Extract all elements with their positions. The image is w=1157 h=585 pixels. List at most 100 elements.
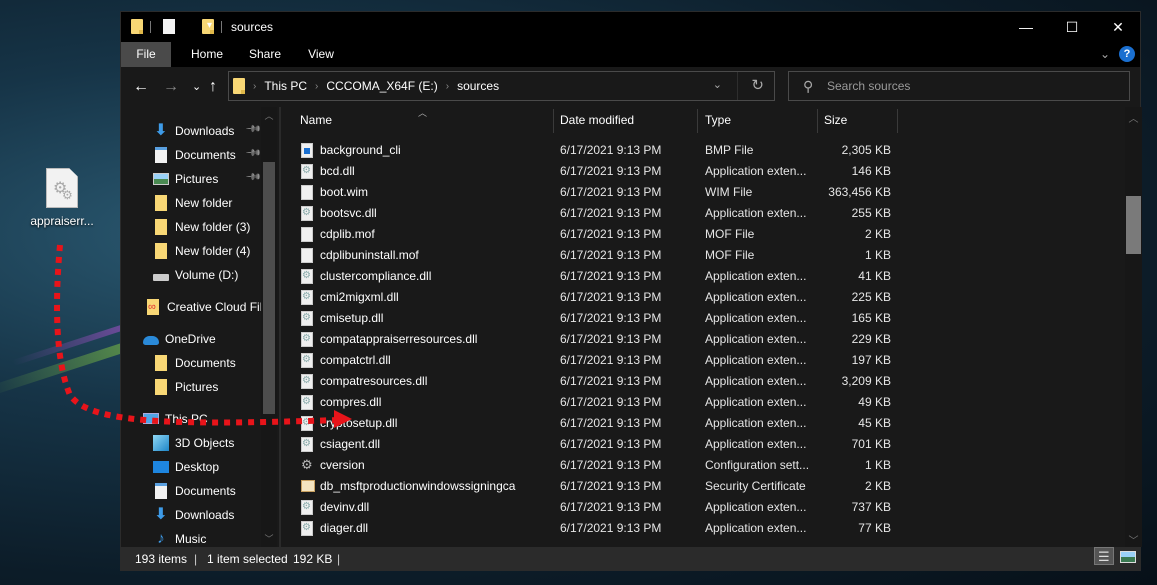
pictures-icon <box>153 173 169 185</box>
file-row[interactable]: boot.wim 6/17/2021 9:13 PM WIM File 363,456… <box>281 182 1061 203</box>
column-header-date-modified[interactable]: Date modified <box>560 107 634 133</box>
breadcrumb-sources[interactable]: sources <box>457 79 499 93</box>
up-button[interactable]: ↑ <box>209 77 217 97</box>
customize-quick-access-icon[interactable]: ▾ <box>207 20 212 36</box>
sidebar-item-this-pc[interactable]: This PC <box>143 408 208 430</box>
window-title: sources <box>231 20 274 34</box>
column-divider[interactable] <box>897 109 898 133</box>
file-list-scroll-thumb[interactable] <box>1126 196 1141 254</box>
file-date-modified: 6/17/2021 9:13 PM <box>560 458 662 472</box>
file-row[interactable]: background_cli 6/17/2021 9:13 PM BMP File 2… <box>281 142 1061 161</box>
file-row[interactable]: devinv.dll 6/17/2021 9:13 PM Application e… <box>281 496 1061 518</box>
sidebar-item-label: New folder (4) <box>175 244 251 258</box>
address-dropdown-icon[interactable]: ⌄ <box>713 78 722 91</box>
file-row[interactable]: cmi2migxml.dll 6/17/2021 9:13 PM Applicati… <box>281 286 1061 308</box>
details-view-button[interactable] <box>1094 545 1114 569</box>
large-icons-view-button[interactable] <box>1118 547 1138 565</box>
scroll-down-icon[interactable]: ﹀ <box>1125 532 1142 547</box>
breadcrumb-drive[interactable]: CCCOMA_X64F (E:) <box>326 79 437 93</box>
file-row[interactable]: compatctrl.dll 6/17/2021 9:13 PM Applicati… <box>281 349 1061 371</box>
sidebar-item-documents[interactable]: Documents <box>153 144 236 166</box>
file-list-scrollbar[interactable] <box>1125 107 1142 547</box>
column-header-size[interactable]: Size <box>824 107 847 133</box>
search-icon: ⚲ <box>803 78 814 94</box>
help-icon[interactable]: ? <box>1119 46 1135 62</box>
file-row[interactable]: cdplib.mof 6/17/2021 9:13 PM MOF File 2 KB <box>281 224 1061 245</box>
sidebar-item-music[interactable]: ♪ Music <box>153 528 206 547</box>
folder-icon <box>233 78 245 94</box>
column-divider[interactable] <box>697 109 698 133</box>
sidebar-item-3d-objects[interactable]: 3D Objects <box>153 432 234 454</box>
refresh-icon[interactable]: ↻ <box>751 76 764 94</box>
sidebar-item-pictures[interactable]: Pictures <box>153 376 218 398</box>
forward-button[interactable]: → <box>163 77 179 97</box>
sidebar-item-volume-d[interactable]: Volume (D:) <box>153 264 238 286</box>
column-header-type[interactable]: Type <box>705 107 731 133</box>
recent-locations-button[interactable]: ⌄ <box>192 77 201 97</box>
navigation-pane-scroll-thumb[interactable] <box>263 162 275 414</box>
address-bar[interactable]: › This PC › CCCOMA_X64F (E:) › sources ⌄… <box>228 71 775 101</box>
sidebar-item-label: Downloads <box>175 508 235 522</box>
breadcrumb-this-pc[interactable]: This PC <box>264 79 307 93</box>
breadcrumb-chevron-icon[interactable]: › <box>315 81 318 92</box>
pin-icon[interactable]: 📌 <box>245 121 262 138</box>
pin-icon[interactable]: 📌 <box>245 169 262 186</box>
sidebar-item-new-folder-4[interactable]: New folder (4) <box>153 240 250 262</box>
search-box[interactable]: ⚲ <box>788 71 1130 101</box>
file-row[interactable]: cmisetup.dll 6/17/2021 9:13 PM Application… <box>281 307 1061 329</box>
file-row[interactable]: compres.dll 6/17/2021 9:13 PM Application … <box>281 391 1061 413</box>
tab-file[interactable]: File <box>121 42 171 67</box>
tab-view[interactable]: View <box>301 42 341 67</box>
expand-ribbon-icon[interactable]: ⌄ <box>1100 47 1110 61</box>
dll-file-icon <box>301 412 313 433</box>
scroll-down-icon[interactable]: ﹀ <box>263 532 275 545</box>
sidebar-item-new-folder[interactable]: New folder <box>153 192 232 214</box>
sidebar-item-documents[interactable]: Documents <box>153 352 236 374</box>
maximize-button[interactable]: ☐ <box>1049 12 1095 42</box>
file-row[interactable]: compatappraiserresources.dll 6/17/2021 9:… <box>281 328 1061 350</box>
search-input[interactable] <box>827 77 1117 95</box>
column-divider[interactable] <box>553 109 554 133</box>
sidebar-item-pictures[interactable]: Pictures <box>153 168 218 190</box>
sidebar-item-creative-cloud-fil[interactable]: Creative Cloud Fil <box>145 296 262 318</box>
pin-icon[interactable]: 📌 <box>245 145 262 162</box>
sidebar-item-documents[interactable]: Documents <box>153 480 236 502</box>
sidebar-item-downloads[interactable]: ⬇ Downloads <box>153 120 234 142</box>
scroll-up-icon[interactable]: ︿ <box>263 109 275 122</box>
sidebar-item-label: Documents <box>175 356 236 370</box>
file-type: Application exten... <box>705 311 807 325</box>
file-row[interactable]: diager.dll 6/17/2021 9:13 PM Application e… <box>281 517 1061 539</box>
file-row[interactable]: bootsvc.dll 6/17/2021 9:13 PM Application … <box>281 202 1061 224</box>
file-row[interactable]: db_msftproductionwindowssigningca 6/17/20… <box>281 476 1061 497</box>
column-divider[interactable] <box>817 109 818 133</box>
properties-icon[interactable] <box>163 19 175 34</box>
file-size: 229 KB <box>851 332 891 346</box>
column-header-name[interactable]: Name <box>300 107 332 133</box>
blank-file-icon <box>301 248 313 263</box>
file-row[interactable]: cversion 6/17/2021 9:13 PM Configuration s… <box>281 454 1061 476</box>
sidebar-item-onedrive[interactable]: OneDrive <box>143 328 216 350</box>
back-button[interactable]: ← <box>133 77 149 97</box>
file-name: clustercompliance.dll <box>320 269 432 283</box>
dll-file-icon <box>301 370 313 391</box>
file-row[interactable]: csiagent.dll 6/17/2021 9:13 PM Application… <box>281 433 1061 455</box>
tab-home[interactable]: Home <box>183 42 231 67</box>
sidebar-item-downloads[interactable]: ⬇ Downloads <box>153 504 234 526</box>
scroll-up-icon[interactable]: ︿ <box>1125 110 1142 125</box>
sidebar-item-desktop[interactable]: Desktop <box>153 456 219 478</box>
file-size: 146 KB <box>851 164 891 178</box>
file-date-modified: 6/17/2021 9:13 PM <box>560 206 662 220</box>
file-row[interactable]: cryptosetup.dll 6/17/2021 9:13 PM Applicat… <box>281 412 1061 434</box>
sidebar-item-new-folder-3[interactable]: New folder (3) <box>153 216 250 238</box>
file-row[interactable]: clustercompliance.dll 6/17/2021 9:13 PM Ap… <box>281 265 1061 287</box>
drive-icon <box>153 274 169 281</box>
file-row[interactable]: bcd.dll 6/17/2021 9:13 PM Application exte… <box>281 160 1061 182</box>
file-row[interactable]: compatresources.dll 6/17/2021 9:13 PM Appl… <box>281 370 1061 392</box>
file-row[interactable]: cdplibuninstall.mof 6/17/2021 9:13 PM MOF … <box>281 245 1061 266</box>
desktop-file-icon[interactable]: ⚙ ⚙ appraiserr... <box>28 168 96 228</box>
close-button[interactable]: ✕ <box>1095 12 1141 42</box>
tab-share[interactable]: Share <box>243 42 287 67</box>
file-list: ︿ Name Date modified Type Size autorun.d… <box>281 107 1125 547</box>
breadcrumb-chevron-icon[interactable]: › <box>446 81 449 92</box>
minimize-button[interactable]: — <box>1003 12 1049 42</box>
